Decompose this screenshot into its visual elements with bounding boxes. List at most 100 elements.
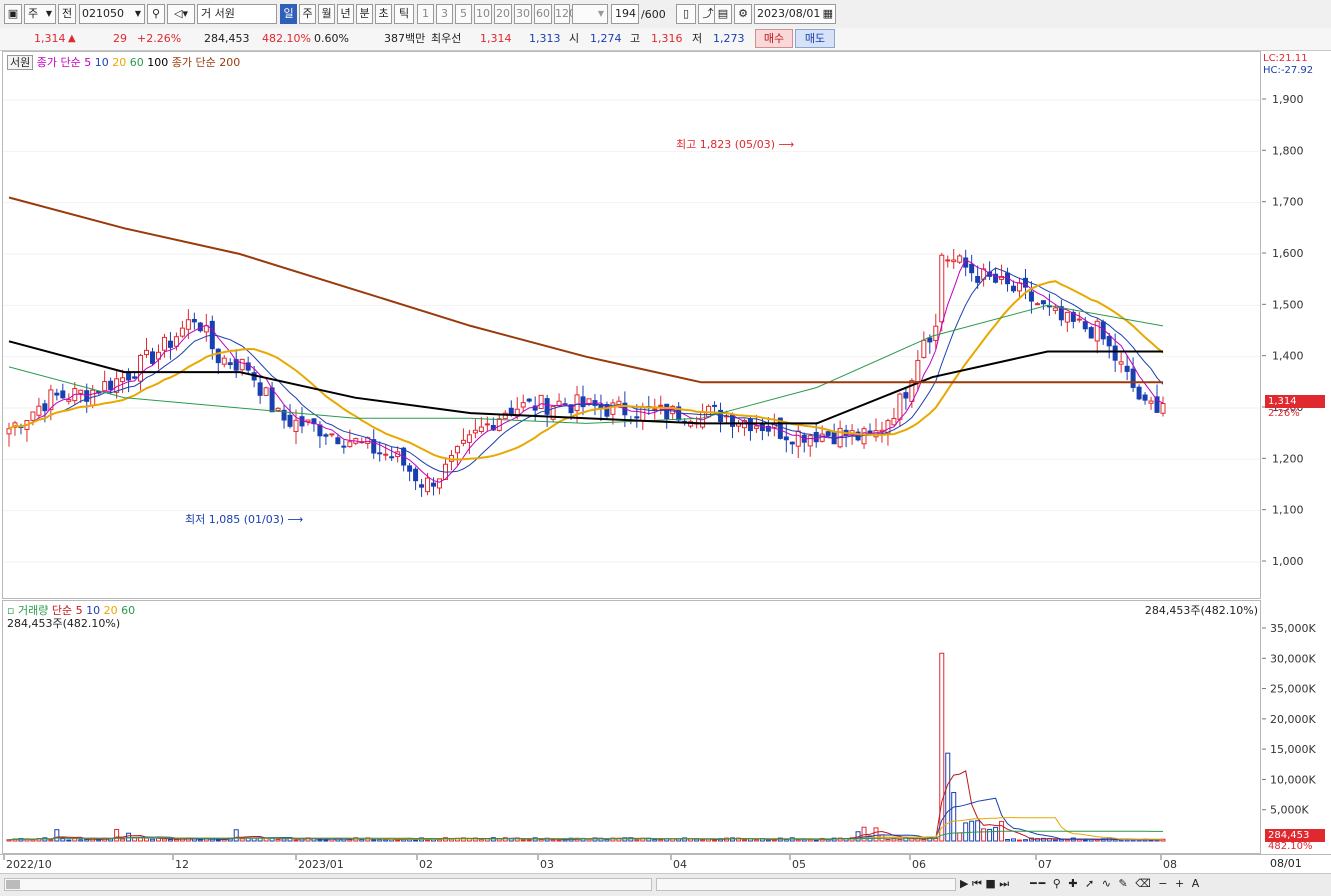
volume-bar [1022, 839, 1028, 842]
candle-body [66, 399, 72, 402]
search-icon[interactable]: ⚲ [147, 4, 165, 24]
y-tick-label: 1,900 [1272, 93, 1304, 106]
fast-backward-icon[interactable]: ⏮ [972, 877, 982, 890]
interval-30[interactable]: 30 [514, 4, 532, 24]
period-minute[interactable]: 분 [356, 4, 373, 24]
candle-body [108, 380, 114, 391]
interval-1[interactable]: 1 [417, 4, 434, 24]
magnify-icon[interactable]: ⚲ [1053, 877, 1063, 890]
volume-panel[interactable]: ▫ 거래량 단순 5 10 20 60 284,453주(482.10%) 28… [2, 600, 1261, 854]
candle-body [759, 423, 765, 432]
speaker-icon[interactable]: ◁▾ [167, 4, 195, 24]
candle-body [1124, 365, 1130, 372]
candle-body [132, 376, 138, 379]
buy-button[interactable]: 매수 [755, 29, 793, 48]
volume-bar [957, 832, 963, 842]
interval-5[interactable]: 5 [455, 4, 472, 24]
candle-body [150, 351, 156, 364]
ma20-line [8, 280, 1164, 461]
volume-bar [1058, 838, 1064, 842]
candle-body [191, 318, 197, 323]
volume-chart[interactable] [3, 601, 1260, 853]
y-tick-label: 1,200 [1272, 452, 1304, 465]
count-input[interactable]: 194 [611, 4, 639, 24]
volume-bar [550, 839, 556, 842]
candle-body [1034, 303, 1040, 306]
date-input[interactable]: 2023/08/01 ▦ [754, 4, 836, 24]
sell-button[interactable]: 매도 [795, 29, 835, 48]
candle-body [915, 359, 921, 382]
period-second[interactable]: 초 [375, 4, 392, 24]
stock-name-field[interactable]: 거 서원 [197, 4, 277, 24]
eraser-icon[interactable]: ⌫ [1135, 877, 1153, 890]
font-size-icon[interactable]: A [1192, 877, 1202, 890]
low-label: 저 [692, 32, 703, 45]
candle-body [807, 435, 813, 447]
plus-icon[interactable]: + [1175, 877, 1186, 890]
up-arrow-icon: ▲ [68, 33, 76, 44]
candle-body [60, 390, 66, 399]
legend-ma5: 5 [84, 56, 92, 69]
interval-3[interactable]: 3 [436, 4, 453, 24]
pencil-icon[interactable]: ✎ [1118, 877, 1129, 890]
prev-button[interactable]: 전 [58, 4, 76, 24]
price-panel[interactable]: 서원 종가 단순 5 10 20 60 100 종가 단순 200 최고 1,8… [2, 51, 1261, 599]
volume-bar [634, 839, 640, 842]
zoom-track[interactable] [656, 878, 956, 891]
candle-body [783, 436, 789, 441]
ruler-icon[interactable]: ━━ [1030, 877, 1047, 890]
candle-body [1016, 282, 1022, 292]
candle-body [1088, 327, 1094, 339]
volume-bar [209, 838, 215, 842]
candle-body [975, 275, 981, 283]
wave-icon[interactable]: ∿ [1102, 877, 1113, 890]
period-month[interactable]: 월 [318, 4, 335, 24]
best-bid: 1,313 [529, 32, 561, 45]
stock-tag[interactable]: 서원 [7, 55, 34, 70]
stop-icon[interactable]: ■ [985, 877, 995, 890]
candle-body [323, 434, 329, 437]
period-tick[interactable]: 틱 [394, 4, 414, 24]
candle-body [634, 416, 640, 419]
gear-icon[interactable]: ⚙ [734, 4, 752, 24]
fast-forward-icon[interactable]: ⏭ [999, 877, 1009, 890]
y-tick-label: 1,700 [1272, 196, 1304, 209]
interval-60[interactable]: 60 [534, 4, 552, 24]
candle-body [466, 434, 472, 443]
minus-icon[interactable]: − [1158, 877, 1169, 890]
candle-body [508, 407, 514, 415]
volume-bar [1082, 839, 1088, 842]
crosshair-icon[interactable]: ✚ [1068, 877, 1079, 890]
scroll-thumb[interactable] [6, 880, 20, 889]
play-icon[interactable]: ▶ [960, 877, 968, 890]
interval-20[interactable]: 20 [494, 4, 512, 24]
volume-bar [1005, 839, 1011, 842]
interval-120[interactable]: 120 [554, 4, 576, 24]
date-value: 2023/08/01 [757, 7, 821, 20]
period-year[interactable]: 년 [337, 4, 354, 24]
horizontal-scroll-track[interactable] [4, 878, 652, 891]
low-value: 1,273 [713, 32, 745, 45]
volume-bar [359, 839, 365, 842]
candle-body [275, 407, 281, 412]
candle-type-icon[interactable]: ▯ [676, 4, 696, 24]
interval-10[interactable]: 10 [474, 4, 492, 24]
chart-icon[interactable]: ▣ [4, 4, 22, 24]
quote-bar: 1,314 ▲ 29 +2.26% 284,453 482.10% 0.60% … [0, 28, 1331, 51]
trendline-icon[interactable]: ➚ [1085, 877, 1096, 890]
candle-body [1106, 336, 1112, 347]
code-input[interactable]: 021050 ▼ [79, 4, 145, 24]
market-select[interactable]: 주 ▼ [24, 4, 56, 24]
price-y-axis: LC:21.11 HC:-27.92 1,900 1,800 1,700 1,600 1… [1262, 51, 1331, 599]
save-icon[interactable]: ▤ [714, 4, 732, 24]
candle-body [138, 354, 144, 382]
volume-bar [347, 839, 353, 842]
period-week[interactable]: 주 [299, 4, 316, 24]
volume-bar [556, 839, 562, 842]
volume-bar [604, 838, 610, 842]
custom-interval-select[interactable]: ▼ [572, 4, 608, 24]
candle-body [927, 337, 933, 343]
period-day[interactable]: 일 [280, 4, 297, 24]
candle-body [1028, 291, 1034, 302]
candle-body [1011, 285, 1017, 292]
